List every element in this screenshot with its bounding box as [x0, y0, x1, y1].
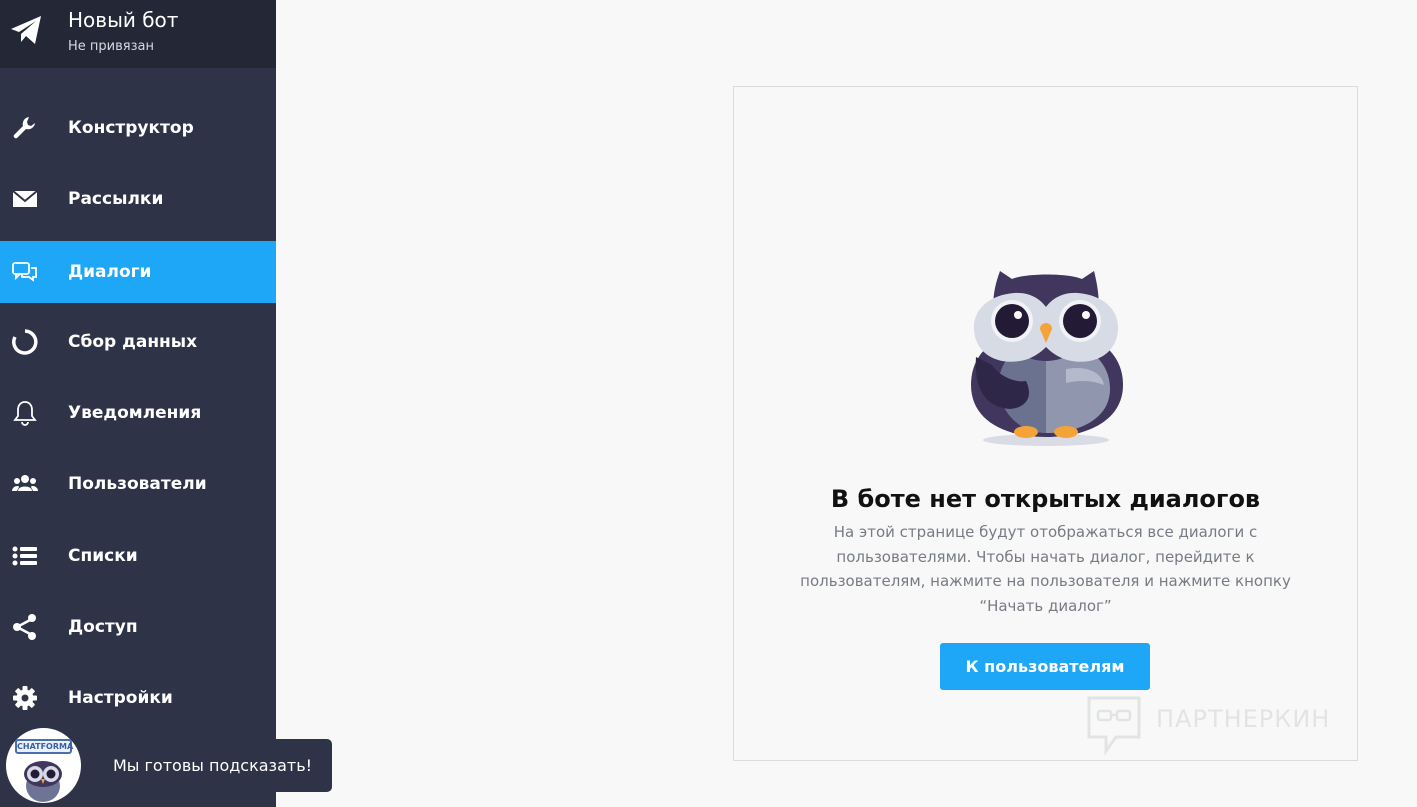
- wrench-icon: [13, 117, 35, 139]
- chatforma-logo: CHATFORMA: [15, 739, 74, 754]
- chatforma-logo-text: CHATFORMA: [17, 742, 74, 751]
- sidebar: Новый бот Не привязан Конструктор Рассыл…: [0, 0, 276, 807]
- envelope-icon: [12, 190, 38, 207]
- sidebar-item-users[interactable]: Пользователи: [0, 453, 276, 515]
- watermark-logo-icon: [1087, 696, 1141, 755]
- sidebar-item-label: Сбор данных: [68, 332, 198, 352]
- owl-illustration: [971, 271, 1123, 446]
- sidebar-item-label: Доступ: [68, 617, 138, 637]
- empty-dialogs-card: В боте нет открытых диалогов На этой стр…: [733, 86, 1358, 761]
- partnerkin-watermark: ПАРТНЕРКИН: [1086, 695, 1376, 755]
- sidebar-item-label: Конструктор: [68, 118, 194, 138]
- empty-state-description: На этой странице будут отображаться все …: [800, 523, 1291, 615]
- circle-progress-icon: [12, 329, 38, 355]
- users-icon: [12, 475, 38, 491]
- go-to-users-button[interactable]: К пользователям: [940, 643, 1150, 690]
- sidebar-item-dialogs[interactable]: Диалоги: [0, 241, 276, 303]
- sidebar-item-constructor[interactable]: Конструктор: [0, 97, 276, 159]
- bot-header[interactable]: Новый бот Не привязан: [0, 0, 276, 68]
- share-icon: [13, 614, 36, 640]
- bot-title: Новый бот: [68, 8, 179, 32]
- sidebar-item-data-collection[interactable]: Сбор данных: [0, 311, 276, 373]
- sidebar-item-access[interactable]: Доступ: [0, 596, 276, 658]
- sidebar-item-notifications[interactable]: Уведомления: [0, 382, 276, 444]
- sidebar-item-label: Пользователи: [68, 474, 207, 494]
- bell-icon: [13, 401, 37, 426]
- sidebar-item-label: Уведомления: [68, 403, 202, 423]
- sidebar-item-lists[interactable]: Списки: [0, 525, 276, 587]
- bot-status: Не привязан: [68, 39, 154, 54]
- watermark-text: ПАРТНЕРКИН: [1156, 705, 1331, 733]
- owl-icon: [24, 761, 62, 802]
- chat-widget-avatar[interactable]: CHATFORMA: [6, 728, 81, 803]
- sidebar-item-label: Рассылки: [68, 189, 164, 209]
- telegram-icon: [11, 16, 41, 44]
- empty-state-title: В боте нет открытых диалогов: [830, 485, 1261, 513]
- list-icon: [12, 546, 37, 566]
- sidebar-item-label: Диалоги: [68, 262, 152, 282]
- sidebar-item-settings[interactable]: Настройки: [0, 667, 276, 729]
- sidebar-item-label: Списки: [68, 546, 138, 566]
- chat-bubbles-icon: [12, 262, 37, 282]
- sidebar-item-label: Настройки: [68, 688, 173, 708]
- help-tooltip[interactable]: Мы готовы подсказать!: [97, 739, 332, 792]
- sidebar-item-mailings[interactable]: Рассылки: [0, 168, 276, 230]
- gear-icon: [13, 686, 37, 710]
